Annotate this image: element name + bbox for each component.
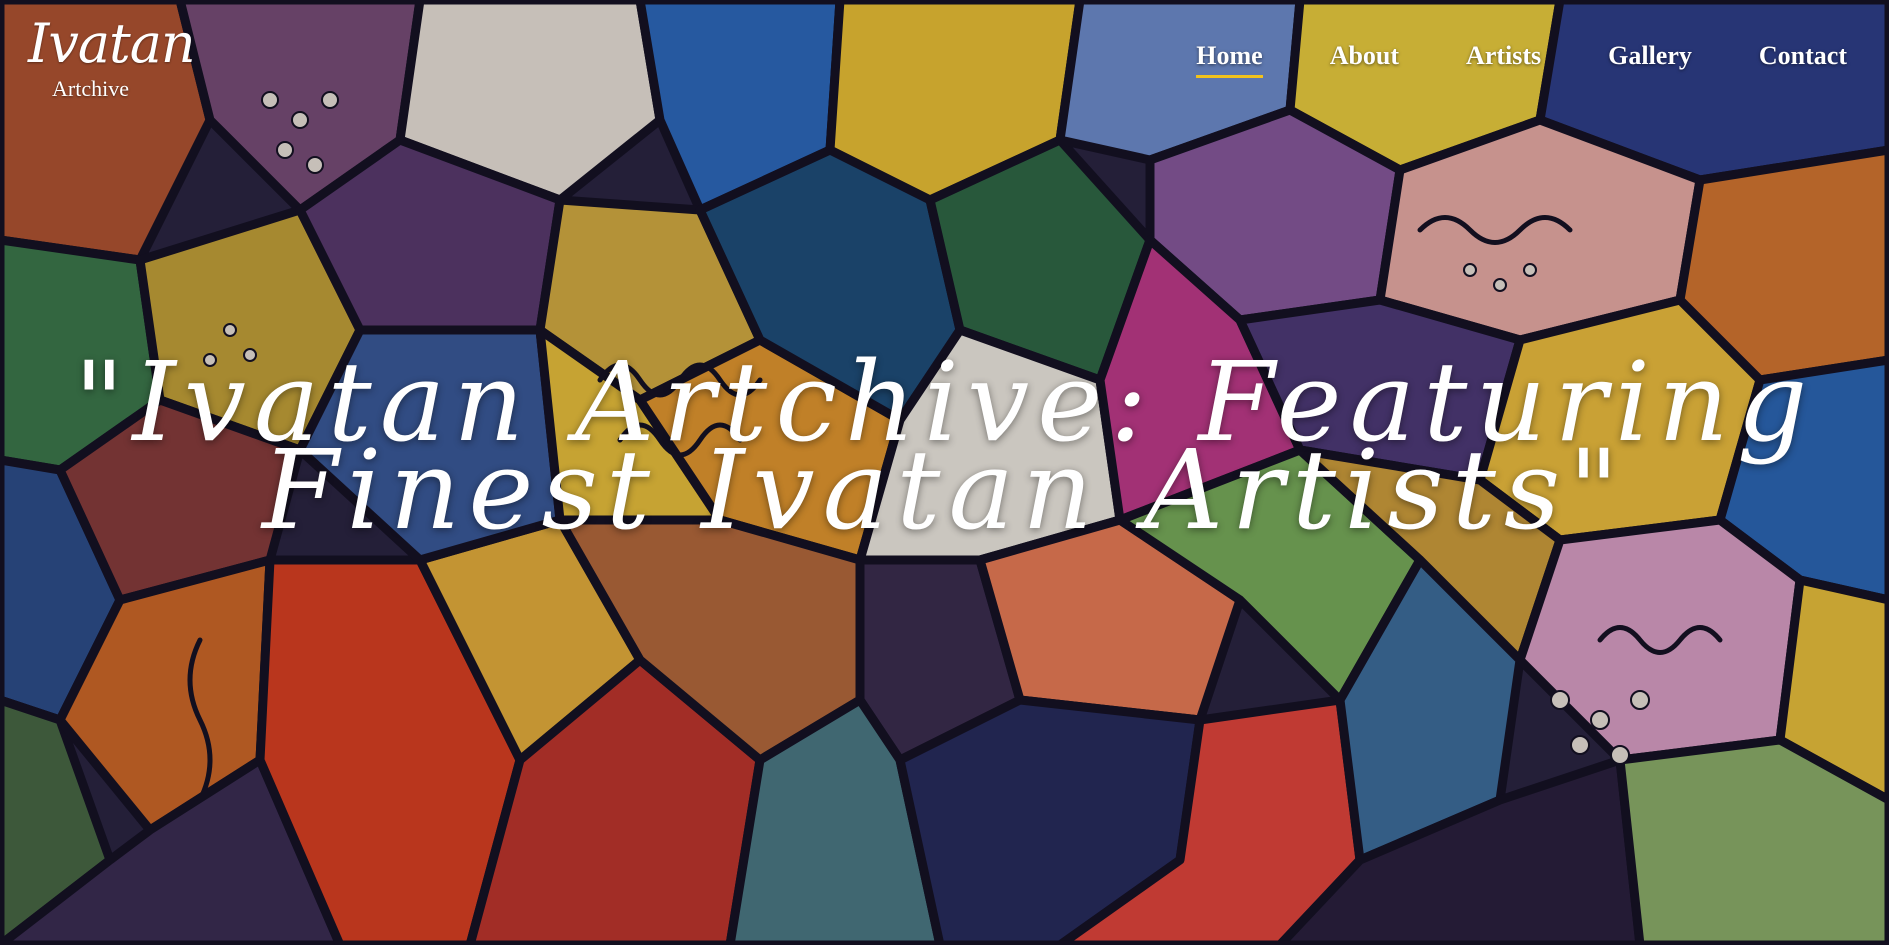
main-nav: Home About Artists Gallery Contact — [1196, 40, 1847, 78]
hero-title-line-2: Finest Ivatan Artists" — [262, 426, 1627, 554]
nav-artists[interactable]: Artists — [1466, 40, 1541, 78]
logo-subtitle: Artchive — [52, 76, 129, 101]
nav-contact[interactable]: Contact — [1759, 40, 1847, 78]
nav-home[interactable]: Home — [1196, 40, 1264, 78]
nav-gallery[interactable]: Gallery — [1608, 40, 1692, 78]
nav-about[interactable]: About — [1330, 40, 1399, 78]
logo-script-text: Ivatan — [28, 12, 196, 75]
hero-title: "Ivatan Artchive: Featuring Finest Ivata… — [0, 347, 1889, 545]
site-logo[interactable]: Ivatan Artchive — [28, 14, 196, 104]
home-page: Ivatan Artchive Home About Artists Galle… — [0, 0, 1889, 945]
